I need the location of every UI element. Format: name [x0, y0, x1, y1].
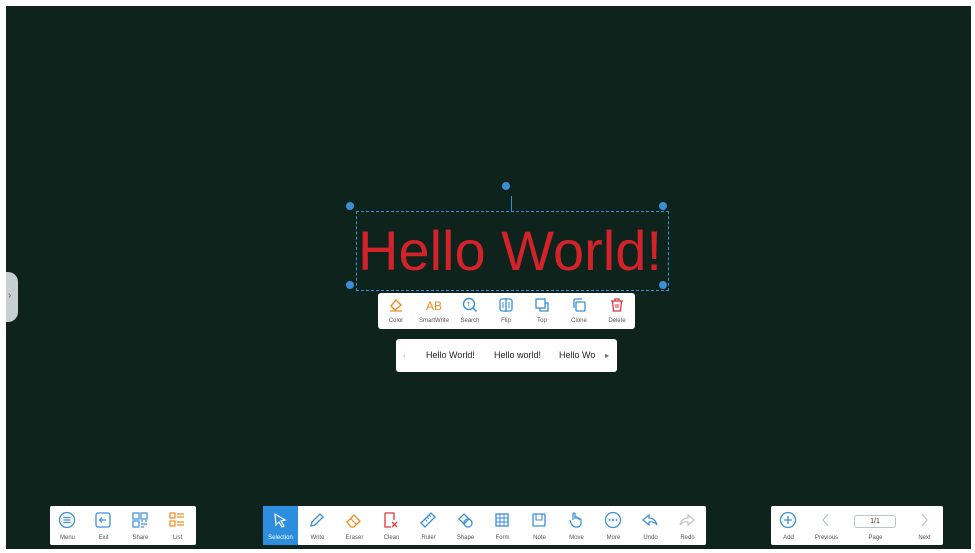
exit-button[interactable]: Exit [86, 506, 121, 545]
shape-icon [458, 513, 473, 528]
pen-icon [310, 513, 324, 527]
tool-form[interactable]: Form [485, 506, 520, 545]
tool-ruler[interactable]: Ruler [411, 506, 446, 545]
page-bar: Add Previous 1/1 Page Next [771, 506, 943, 545]
top-button[interactable]: Top [524, 293, 560, 329]
ruler-icon [420, 512, 436, 528]
clone-icon [573, 298, 586, 312]
menu-button[interactable]: Menu [50, 506, 85, 545]
paint-bucket-icon [390, 298, 403, 312]
tool-selection[interactable]: Selection [263, 506, 298, 545]
resize-handle-top-right[interactable] [659, 202, 667, 210]
tool-write[interactable]: Write [300, 506, 335, 545]
add-page-button[interactable]: Add [771, 506, 806, 545]
bring-to-top-icon [535, 298, 549, 312]
redo-icon [679, 513, 695, 527]
more-icon [604, 511, 622, 529]
search-icon: T [462, 297, 477, 312]
exit-icon [95, 512, 111, 528]
object-context-toolbar: Color AB SmartWrite T Search Flip Top Cl… [378, 293, 635, 329]
rotation-line [511, 196, 512, 211]
resize-handle-bottom-left[interactable] [346, 281, 354, 289]
page-indicator[interactable]: 1/1 [854, 515, 896, 528]
chevron-left-icon [822, 513, 829, 527]
smartwrite-button[interactable]: AB SmartWrite [416, 293, 452, 329]
trash-icon [611, 298, 623, 312]
chevron-left-icon[interactable]: ‹ [403, 351, 406, 360]
rotate-handle[interactable] [502, 182, 510, 190]
clone-button[interactable]: Clone [561, 293, 597, 329]
next-page-button[interactable]: Next [907, 506, 942, 545]
redo-button[interactable]: Redo [670, 506, 705, 545]
undo-icon [642, 513, 658, 527]
canvas-text-object[interactable]: Hello World! [358, 218, 668, 288]
tool-note[interactable]: Note [522, 506, 557, 545]
svg-text:AB: AB [426, 299, 442, 313]
page-label: Page [868, 535, 883, 541]
tool-eraser[interactable]: Eraser [337, 506, 372, 545]
svg-text:T: T [467, 303, 471, 309]
tool-more[interactable]: More [596, 506, 631, 545]
menu-icon [58, 511, 76, 529]
eraser-icon [346, 514, 361, 528]
share-button[interactable]: Share [123, 506, 158, 545]
resize-handle-top-left[interactable] [346, 202, 354, 210]
tools-bar: Selection Write Eraser Clean Ruler Shape… [263, 506, 706, 545]
chevron-right-icon: › [8, 290, 12, 301]
table-icon [495, 513, 509, 527]
screen: › Hello World! Color AB SmartWrite T Sea… [0, 0, 975, 553]
hand-icon [569, 512, 582, 528]
caret-right-icon[interactable]: ▸ [605, 351, 609, 360]
add-icon [779, 511, 797, 529]
undo-button[interactable]: Undo [633, 506, 668, 545]
list-button[interactable]: List [160, 506, 195, 545]
list-icon [169, 512, 184, 527]
whiteboard-canvas[interactable]: › Hello World! [6, 6, 971, 549]
suggestion-item[interactable]: Hello world! [494, 350, 541, 360]
flip-icon [499, 298, 513, 312]
note-icon [532, 513, 546, 527]
search-button[interactable]: T Search [452, 293, 488, 329]
clean-icon [384, 512, 398, 528]
suggestion-item[interactable]: Hello Wo [559, 350, 595, 360]
previous-page-button[interactable]: Previous [809, 506, 844, 545]
chevron-right-icon [921, 513, 928, 527]
delete-button[interactable]: Delete [599, 293, 635, 329]
pointer-icon [274, 512, 287, 528]
flip-button[interactable]: Flip [488, 293, 524, 329]
qr-code-icon [132, 512, 148, 528]
color-button[interactable]: Color [378, 293, 414, 329]
suggestion-item[interactable]: Hello World! [426, 350, 475, 360]
main-menu-bar: Menu Exit Share List [50, 506, 196, 545]
side-drawer-handle[interactable]: › [6, 272, 18, 322]
tool-clean[interactable]: Clean [374, 506, 409, 545]
tool-move[interactable]: Move [559, 506, 594, 545]
smartwrite-icon: AB [426, 299, 442, 313]
tool-shape[interactable]: Shape [448, 506, 483, 545]
